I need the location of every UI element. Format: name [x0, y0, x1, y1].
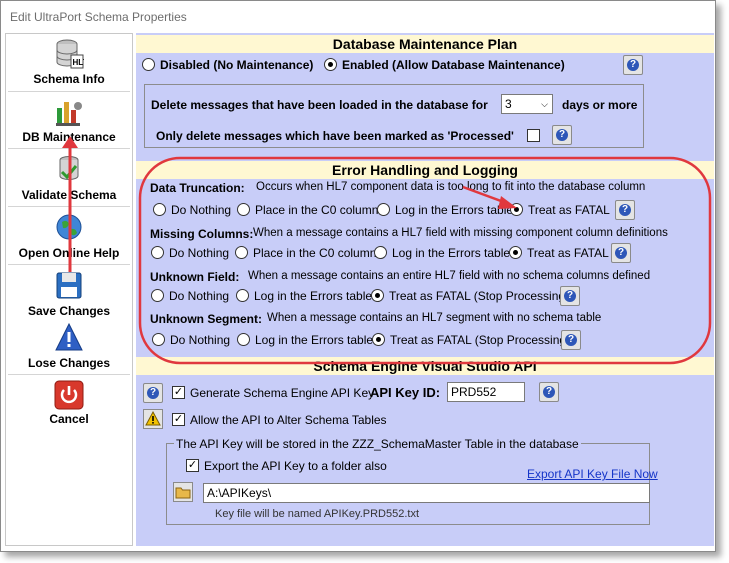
window-title: Edit UltraPort Schema Properties [10, 10, 187, 24]
power-icon [54, 380, 84, 410]
db-maintenance-icon [56, 102, 82, 126]
disabled-label: Disabled (No Maintenance) [160, 58, 314, 72]
folder-icon[interactable] [173, 482, 193, 502]
key-file-note: Key file will be named APIKey.PRD552.txt [215, 508, 420, 520]
sidebar-item-label: Lose Changes [27, 356, 111, 370]
annotation-arrow-icon [462, 185, 517, 209]
sidebar: HL7 Schema Info DB Maintenance Validate … [5, 33, 133, 546]
warning-icon [55, 322, 83, 351]
title-bar: Edit UltraPort Schema Properties [1, 1, 715, 33]
save-changes-button[interactable]: Save Changes [6, 270, 132, 322]
help-icon[interactable]: ? [552, 125, 572, 145]
api-key-label: API Key ID: [370, 385, 441, 400]
processed-label: Only delete messages which have been mar… [156, 129, 514, 143]
sidebar-item-schema-info[interactable]: HL7 Schema Info [6, 38, 132, 90]
help-icon[interactable]: ? [539, 382, 559, 402]
days-value: 3 [505, 97, 512, 111]
dialog-window: Edit UltraPort Schema Properties HL7 Sch… [0, 0, 716, 552]
sidebar-divider [8, 374, 130, 375]
processed-checkbox[interactable] [527, 129, 540, 142]
lose-changes-button[interactable]: Lose Changes [6, 322, 132, 374]
folder-path-input[interactable]: A:\APIKeys\ [203, 483, 650, 503]
sidebar-item-label: Schema Info [33, 72, 105, 86]
annotation-highlight [138, 156, 712, 365]
maintenance-header: Database Maintenance Plan [136, 35, 714, 53]
chevron-down-icon: ⌵ [541, 99, 548, 109]
alter-tables-checkbox[interactable]: ✓ [172, 413, 185, 426]
export-key-checkbox[interactable]: ✓ [186, 459, 199, 472]
alter-tables-label: Allow the API to Alter Schema Tables [190, 413, 387, 427]
delete-prefix-label: Delete messages that have been loaded in… [151, 98, 488, 112]
export-key-label: Export the API Key to a folder also [204, 459, 387, 473]
sidebar-divider [8, 91, 130, 92]
disabled-radio[interactable] [142, 58, 155, 71]
days-select[interactable]: 3 ⌵ [501, 94, 553, 114]
api-export-group-title: The API Key will be stored in the ZZZ_Sc… [174, 437, 581, 451]
help-icon[interactable]: ? [623, 55, 643, 75]
generate-api-key-label: Generate Schema Engine API Key [190, 386, 375, 400]
sidebar-item-label: Save Changes [27, 304, 111, 318]
sidebar-item-label: Cancel [49, 412, 89, 426]
export-key-link[interactable]: Export API Key File Now [527, 467, 658, 481]
warning-icon [143, 409, 163, 429]
svg-text:HL7: HL7 [73, 58, 85, 67]
enabled-label: Enabled (Allow Database Maintenance) [342, 58, 565, 72]
floppy-icon [56, 272, 82, 299]
database-icon: HL7 [56, 39, 85, 69]
generate-api-key-checkbox[interactable]: ✓ [172, 386, 185, 399]
cancel-button[interactable]: Cancel [6, 380, 132, 432]
api-key-input[interactable]: PRD552 [447, 382, 525, 402]
enabled-radio[interactable] [324, 58, 337, 71]
days-suffix-label: days or more [562, 98, 638, 112]
help-icon[interactable]: ? [143, 383, 163, 403]
annotation-arrow-icon [62, 136, 78, 272]
